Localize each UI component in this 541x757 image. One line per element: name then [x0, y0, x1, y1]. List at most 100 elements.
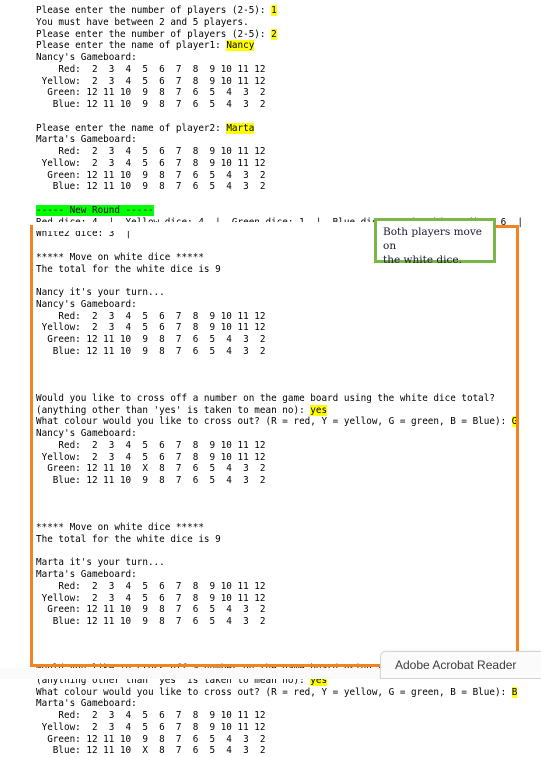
user-input-value[interactable]: Nancy	[226, 40, 255, 52]
console-text: Marta's Gameboard:	[36, 134, 137, 146]
console-text: Yellow: 2 3 4 5 6 7 8 9 10 11 12	[36, 451, 266, 463]
console-text: What colour would you like to cross out?…	[36, 686, 512, 698]
console-text: Green: 12 11 10 9 8 7 6 5 4 3 2	[36, 604, 266, 616]
console-line: Marta it's your turn...	[0, 557, 541, 569]
console-text: Blue: 12 11 10 9 8 7 6 5 4 3 2	[36, 99, 266, 110]
console-line: Red: 2 3 4 5 6 7 8 9 10 11 12	[0, 581, 541, 593]
console-text: Blue: 12 11 10 9 8 7 6 5 4 3 2	[36, 345, 266, 357]
user-input-value[interactable]: yes	[310, 404, 328, 416]
console-text: Nancy it's your turn...	[36, 287, 165, 298]
console-line: Green: 12 11 10 X 8 7 6 5 4 3 2	[0, 463, 541, 475]
console-text: Yellow: 2 3 4 5 6 7 8 9 10 11 12	[36, 75, 266, 87]
callout-line-2: the white dice.	[383, 254, 462, 266]
taskbar-item-adobe-acrobat-reader[interactable]: Adobe Acrobat Reader	[380, 651, 541, 679]
console-line: Yellow: 2 3 4 5 6 7 8 9 10 11 12	[0, 76, 541, 88]
console-line: (anything other than 'yes' is taken to m…	[0, 404, 541, 417]
console-line: Red: 2 3 4 5 6 7 8 9 10 11 12	[0, 311, 541, 323]
console-text: Green: 12 11 10 9 8 7 6 5 4 3 2	[36, 169, 266, 181]
console-line: Green: 12 11 10 9 8 7 6 5 4 3 2	[0, 334, 541, 346]
console-line: Blue: 12 11 10 9 8 7 6 5 4 3 2	[0, 181, 541, 193]
console-text: Blue: 12 11 10 9 8 7 6 5 4 3 2	[36, 181, 266, 193]
console-line: ***** Move on white dice *****	[0, 522, 541, 534]
console-text: ***** Move on white dice *****	[36, 522, 204, 533]
console-text: Yellow: 2 3 4 5 6 7 8 9 10 11 12	[36, 322, 266, 334]
console-text: Please enter the number of players (2-5)…	[36, 5, 272, 16]
console-line: Red: 2 3 4 5 6 7 8 9 10 11 12	[0, 710, 541, 722]
user-input-value[interactable]: 1	[271, 5, 277, 16]
console-line: Please enter the name of player1: Nancy	[0, 40, 541, 52]
user-input-value[interactable]: B	[511, 686, 518, 698]
console-line: Yellow: 2 3 4 5 6 7 8 9 10 11 12	[0, 322, 541, 334]
console-line: Yellow: 2 3 4 5 6 7 8 9 10 11 12	[0, 452, 541, 464]
terminal-output: Please enter the number of players (2-5)…	[0, 0, 541, 757]
console-line: Blue: 12 11 10 X 8 7 6 5 4 3 2	[0, 745, 541, 757]
console-line: Marta's Gameboard:	[0, 569, 541, 581]
console-line: Nancy it's your turn...	[0, 287, 541, 299]
console-text: Red: 2 3 4 5 6 7 8 9 10 11 12	[36, 580, 266, 592]
console-text: Red: 2 3 4 5 6 7 8 9 10 11 12	[36, 146, 266, 157]
console-line: Blue: 12 11 10 9 8 7 6 5 4 3 2	[0, 99, 541, 111]
console-text: (anything other than 'yes' is taken to m…	[36, 404, 311, 416]
console-text: ***** Move on white dice *****	[36, 251, 204, 263]
console-text: Green: 12 11 10 X 8 7 6 5 4 3 2	[36, 463, 266, 475]
console-line: Green: 12 11 10 9 8 7 6 5 4 3 2	[0, 604, 541, 616]
console-text: The total for the white dice is 9	[36, 263, 221, 275]
console-text: Green: 12 11 10 9 8 7 6 5 4 3 2	[36, 733, 266, 745]
callout-line-1: Both players move on	[383, 226, 483, 252]
console-text: Yellow: 2 3 4 5 6 7 8 9 10 11 12	[36, 157, 266, 169]
console-line: Blue: 12 11 10 9 8 7 6 5 4 3 2	[0, 616, 541, 628]
user-input-value[interactable]: 2	[271, 28, 277, 40]
console-line: Please enter the number of players (2-5)…	[0, 5, 541, 17]
callout-box: Both players move on the white dice.	[374, 218, 496, 266]
console-text: Green: 12 11 10 9 8 7 6 5 4 3 2	[36, 87, 266, 99]
console-text: Blue: 12 11 10 X 8 7 6 5 4 3 2	[36, 745, 266, 757]
console-text: Nancy's Gameboard:	[36, 52, 137, 63]
console-line: Blue: 12 11 10 9 8 7 6 5 4 3 2	[0, 346, 541, 358]
console-text: The total for the white dice is 9	[36, 533, 221, 545]
console-text: Nancy's Gameboard:	[36, 428, 137, 439]
console-text: Red: 2 3 4 5 6 7 8 9 10 11 12	[36, 310, 266, 322]
console-text: Yellow: 2 3 4 5 6 7 8 9 10 11 12	[36, 721, 266, 733]
console-line: Yellow: 2 3 4 5 6 7 8 9 10 11 12	[0, 593, 541, 605]
console-text: Red: 2 3 4 5 6 7 8 9 10 11 12	[36, 710, 266, 721]
console-line: Nancy's Gameboard:	[0, 52, 541, 64]
console-line: Red: 2 3 4 5 6 7 8 9 10 11 12	[0, 64, 541, 76]
console-text: Marta's Gameboard:	[36, 569, 137, 580]
console-text: Please enter the name of player2:	[36, 122, 227, 134]
console-text: Blue: 12 11 10 9 8 7 6 5 4 3 2	[36, 475, 266, 486]
console-line: Green: 12 11 10 9 8 7 6 5 4 3 2	[0, 170, 541, 182]
user-input-value[interactable]: Marta	[226, 122, 255, 134]
console-line: Green: 12 11 10 9 8 7 6 5 4 3 2	[0, 734, 541, 746]
console-text: You must have between 2 and 5 players.	[36, 16, 249, 28]
console-text: Please enter the name of player1:	[36, 40, 227, 52]
console-line: Blue: 12 11 10 9 8 7 6 5 4 3 2	[0, 475, 541, 487]
console-line: Would you like to cross off a number on …	[0, 393, 541, 405]
console-line: Please enter the name of player2: Marta	[0, 122, 541, 135]
console-text: Red: 2 3 4 5 6 7 8 9 10 11 12	[36, 439, 266, 451]
console-line: Marta's Gameboard:	[0, 134, 541, 146]
console-text: Yellow: 2 3 4 5 6 7 8 9 10 11 12	[36, 592, 266, 604]
console-text: What colour would you like to cross out?…	[36, 416, 512, 428]
console-line: Marta's Gameboard:	[0, 698, 541, 710]
user-input-value[interactable]: G	[511, 416, 518, 428]
console-line: Nancy's Gameboard:	[0, 428, 541, 440]
console-text: Blue: 12 11 10 9 8 7 6 5 4 3 2	[36, 616, 266, 627]
round-banner: ----- New Round -----	[36, 204, 154, 216]
console-text: Please enter the number of players (2-5)…	[36, 28, 272, 40]
console-line: What colour would you like to cross out?…	[0, 686, 541, 699]
console-line: Red: 2 3 4 5 6 7 8 9 10 11 12	[0, 440, 541, 452]
console-line: Red: 2 3 4 5 6 7 8 9 10 11 12	[0, 146, 541, 158]
console-line: Nancy's Gameboard:	[0, 299, 541, 311]
console-text: Red: 2 3 4 5 6 7 8 9 10 11 12	[36, 63, 266, 75]
